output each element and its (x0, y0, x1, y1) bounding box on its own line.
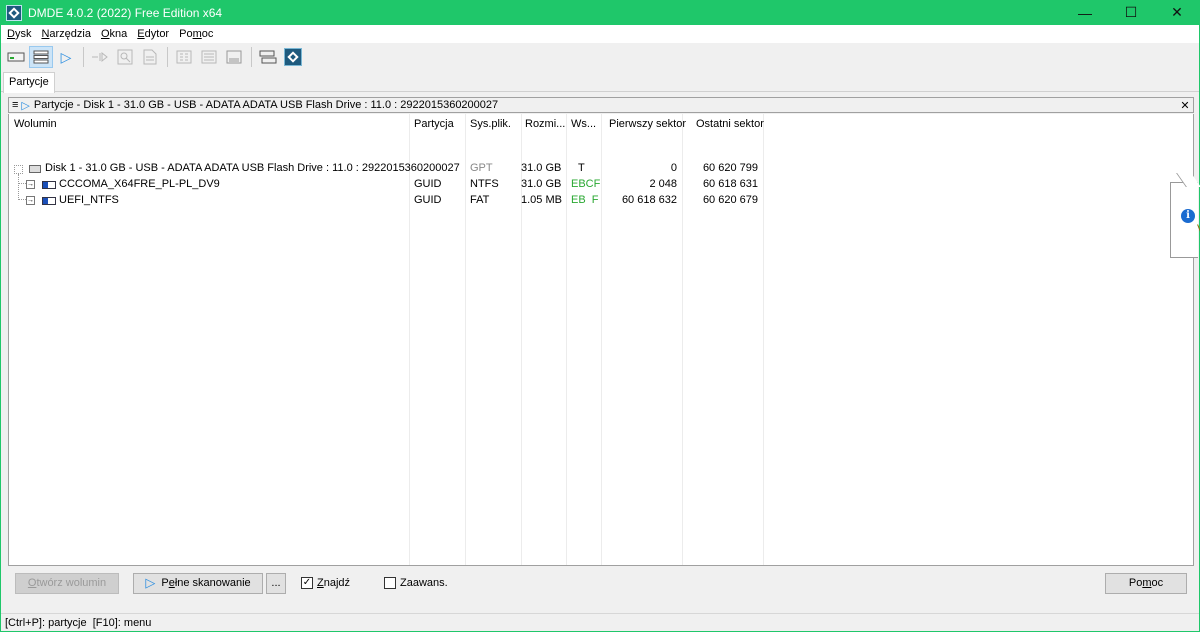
maximize-button[interactable]: ☐ (1108, 0, 1154, 25)
table-row[interactable]: Disk 1 - 31.0 GB - USB - ADATA ADATA USB… (9, 161, 769, 177)
column-header-partition[interactable]: Partycja (414, 118, 454, 130)
status-bar: [Ctrl+P]: partycje [F10]: menu (1, 613, 1199, 631)
toolbar-separator (251, 47, 252, 67)
play-icon: ▷ (145, 575, 156, 590)
partition-table: Wolumin Partycja Sys.plik. Rozmi... Ws..… (8, 114, 1194, 566)
menu-help[interactable]: Pomoc (174, 28, 218, 40)
toolbar: ▷ (1, 44, 1199, 70)
tree-expander[interactable] (14, 165, 23, 174)
checkbox-checked-icon[interactable]: ✓ (301, 577, 313, 589)
volume-icon (42, 197, 56, 205)
disk-icon (29, 165, 41, 173)
find-checkbox[interactable]: ✓ Znajdź (301, 577, 350, 589)
full-scan-button[interactable]: ▷ Pe łne skanowanie (133, 572, 263, 594)
file-icon[interactable] (138, 46, 162, 68)
panel-header: ≡ ▷ Partycje - Disk 1 - 31.0 GB - USB - … (8, 97, 1194, 113)
arrow-right-icon: → (26, 180, 35, 189)
play-icon: ▷ (21, 99, 30, 112)
arrow-right-icon: → (26, 196, 35, 205)
open-volume-button[interactable]: Otwórz wolumin (15, 572, 119, 594)
partitions-icon[interactable] (29, 46, 53, 68)
brand-icon[interactable] (281, 46, 305, 68)
app-logo-icon (6, 4, 22, 21)
menu-windows[interactable]: Okna (96, 28, 132, 40)
menu-editor[interactable]: Edytor (132, 28, 174, 40)
column-header-filesystem[interactable]: Sys.plik. (470, 118, 511, 130)
table-row[interactable]: → UEFI_NTFS GUID FAT 1.05 MB EB F 60 618… (9, 193, 769, 209)
info-tooltip: i V (1170, 182, 1200, 258)
grid-icon[interactable] (172, 46, 196, 68)
window-title: DMDE 4.0.2 (2022) Free Edition x64 (28, 5, 223, 20)
column-header-size[interactable]: Rozmi... (525, 118, 565, 130)
tab-partitions[interactable]: Partycje (3, 72, 55, 93)
list-icon[interactable] (197, 46, 221, 68)
search-icon[interactable] (113, 46, 137, 68)
advanced-checkbox[interactable]: Zaawans. (384, 577, 448, 589)
disk-icon[interactable] (4, 46, 28, 68)
info-icon: i (1181, 209, 1195, 223)
hamburger-icon[interactable]: ≡ (12, 99, 18, 111)
split-icon[interactable] (256, 46, 280, 68)
column-header-first-sector[interactable]: Pierwszy sektor (609, 118, 686, 130)
tab-strip: Partycje (1, 72, 1199, 93)
help-button[interactable]: Po m oc (1105, 572, 1187, 594)
minimize-button[interactable]: — (1062, 0, 1108, 25)
volume-icon (42, 181, 56, 189)
panel-title: Partycje - Disk 1 - 31.0 GB - USB - ADAT… (33, 99, 499, 111)
toolbar-separator (83, 47, 84, 67)
panel-close-icon[interactable]: ✕ (1177, 99, 1193, 112)
toolbar-separator (167, 47, 168, 67)
table-icon[interactable] (222, 46, 246, 68)
title-bar: DMDE 4.0.2 (2022) Free Edition x64 — ☐ ✕ (0, 0, 1200, 25)
main-window: Dysk Narzędzia Okna Edytor Pomoc ▷ Party… (0, 25, 1200, 632)
column-header-last-sector[interactable]: Ostatni sektor (696, 118, 764, 130)
menu-disk[interactable]: Dysk (1, 28, 36, 40)
skip-icon[interactable] (88, 46, 112, 68)
table-row[interactable]: → CCCOMA_X64FRE_PL-PL_DV9 GUID NTFS 31.0… (9, 177, 769, 193)
menu-tools[interactable]: Narzędzia (36, 28, 96, 40)
status-text: [Ctrl+P]: partycje [F10]: menu (5, 616, 152, 629)
more-options-button[interactable]: ... (266, 572, 286, 594)
checkbox-unchecked-icon[interactable] (384, 577, 397, 589)
menu-bar: Dysk Narzędzia Okna Edytor Pomoc (1, 25, 1199, 43)
close-button[interactable]: ✕ (1154, 0, 1200, 25)
table-header: Wolumin Partycja Sys.plik. Rozmi... Ws..… (9, 114, 1193, 132)
play-icon[interactable]: ▷ (54, 46, 78, 68)
column-header-volume[interactable]: Wolumin (14, 118, 57, 130)
bottom-action-bar: Otwórz wolumin ▷ Pe łne skanowanie ... ✓ … (8, 569, 1194, 597)
column-header-ws[interactable]: Ws... (571, 118, 596, 130)
